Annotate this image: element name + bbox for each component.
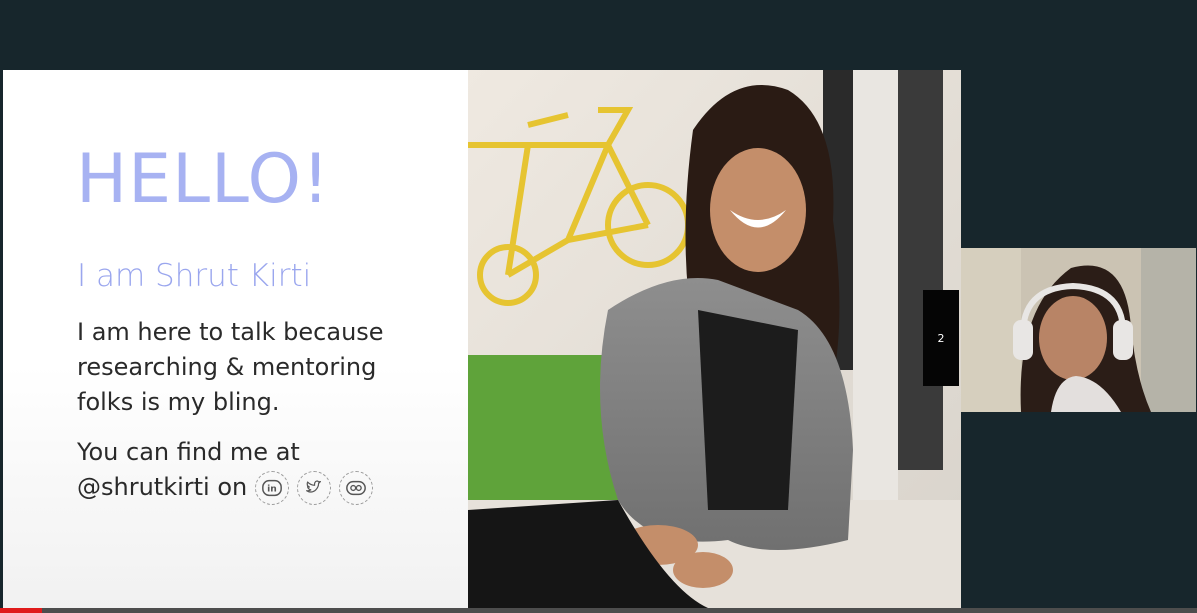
svg-text:in: in	[267, 483, 277, 494]
speaker-photo	[468, 70, 961, 608]
flickr-icon	[339, 470, 374, 505]
contact-intro: You can find me at	[77, 438, 300, 466]
video-stage[interactable]: HELLO! I am Shrut Kirti I am here to tal…	[0, 0, 1197, 613]
contact-block: You can find me at @shrutkirti on in	[77, 435, 457, 505]
webcam-feed	[961, 248, 1196, 412]
speaker-name: I am Shrut Kirti	[77, 258, 312, 294]
twitter-icon	[297, 470, 332, 505]
video-progress-fill	[0, 608, 42, 613]
slide-text-panel: HELLO! I am Shrut Kirti I am here to tal…	[3, 70, 468, 608]
handle-row: @shrutkirti on in	[77, 470, 457, 505]
speaker-bio: I am here to talk because researching & …	[77, 318, 384, 416]
presentation-slide: HELLO! I am Shrut Kirti I am here to tal…	[3, 70, 961, 608]
social-handle: @shrutkirti on	[77, 473, 248, 501]
linkedin-icon: in	[255, 470, 290, 505]
slide-page-number: 2	[923, 290, 959, 386]
video-progress-bar[interactable]	[0, 608, 1197, 613]
slide-heading: HELLO!	[76, 140, 331, 219]
